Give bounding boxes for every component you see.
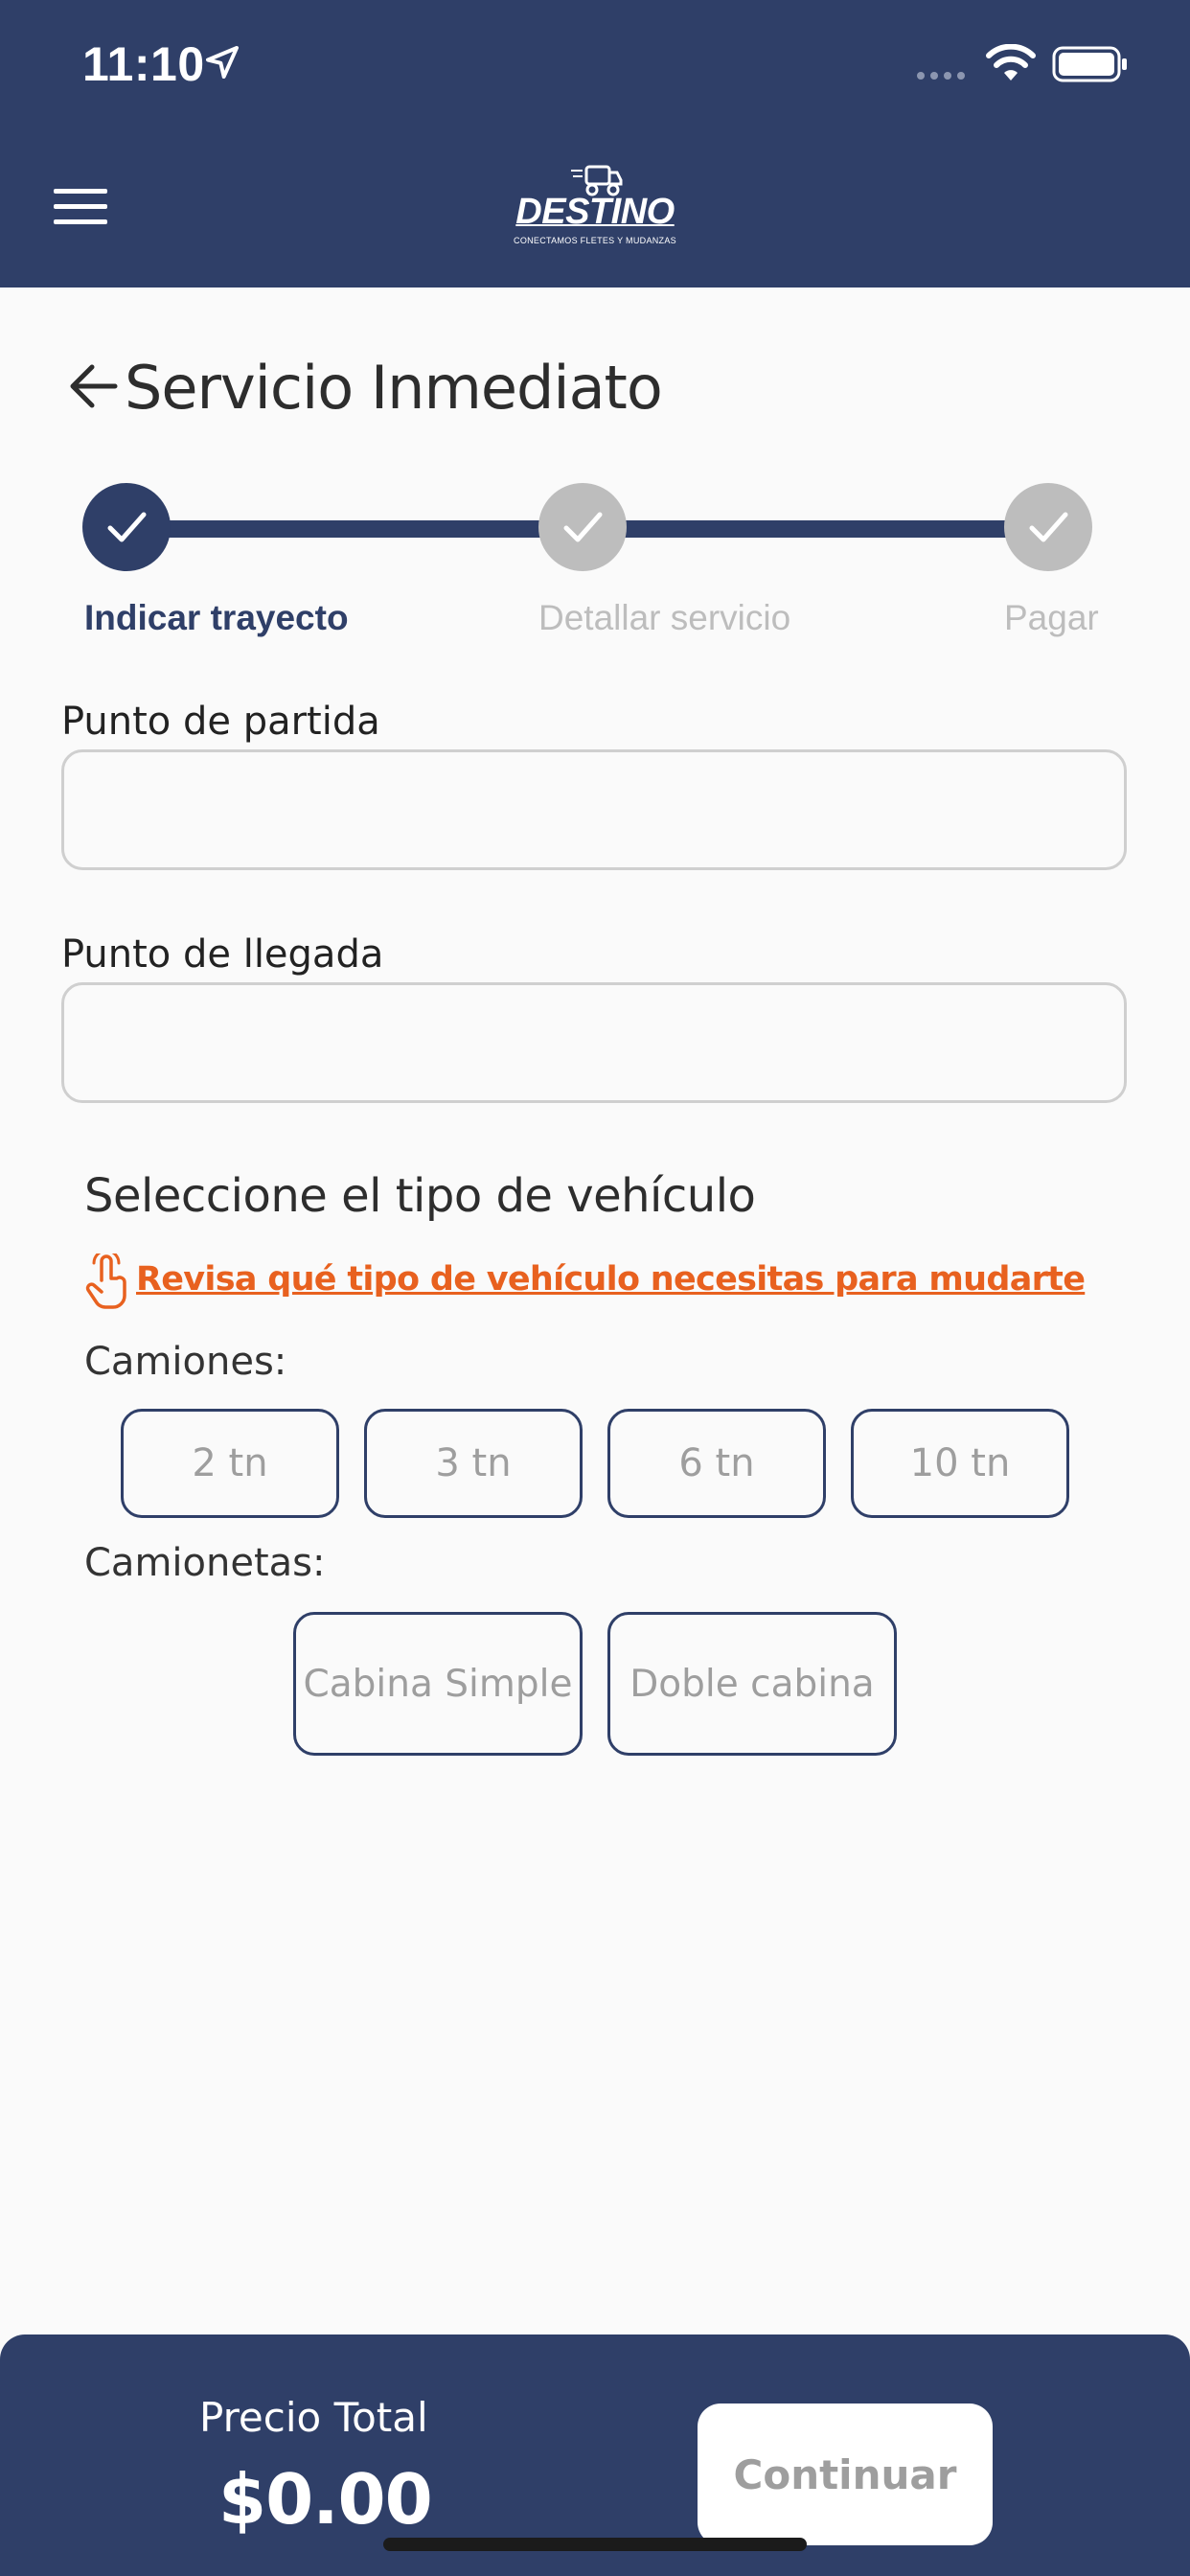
origin-label: Punto de partida	[61, 700, 380, 744]
truck-3tn-button[interactable]: 3 tn	[364, 1409, 583, 1518]
destination-label: Punto de llegada	[61, 932, 384, 977]
check-icon	[563, 512, 603, 542]
page-title: Servicio Inmediato	[125, 353, 663, 423]
vehicle-section-title: Seleccione el tipo de vehículo	[84, 1169, 756, 1223]
destino-logo: DESTINO CONECTAMOS FLETES Y MUDANZAS	[514, 163, 676, 251]
stepper-line-2	[623, 520, 1016, 538]
logo-wordmark: DESTINO	[515, 192, 675, 232]
screen: 11:10 DESTINO CONECTAMOS FLETES Y MUDANZ…	[0, 0, 1190, 2576]
app-header: 11:10 DESTINO CONECTAMOS FLETES Y MUDANZ…	[0, 0, 1190, 288]
step-1-circle[interactable]	[82, 483, 171, 571]
hamburger-menu-icon[interactable]	[54, 187, 107, 225]
check-icon	[1029, 512, 1068, 542]
cellular-signal-icon	[917, 72, 965, 80]
price-total-label: Precio Total	[199, 2394, 428, 2441]
step-2-label: Detallar servicio	[538, 598, 791, 637]
pickup-single-cab-button[interactable]: Cabina Simple	[293, 1612, 583, 1756]
back-arrow-icon[interactable]	[67, 360, 119, 412]
step-1-label: Indicar trayecto	[84, 598, 349, 637]
truck-6tn-button[interactable]: 6 tn	[607, 1409, 826, 1518]
pickup-double-cab-button[interactable]: Doble cabina	[607, 1612, 897, 1756]
vehicle-help-link[interactable]: Revisa qué tipo de vehículo necesitas pa…	[136, 1260, 1086, 1299]
stepper-line-1	[125, 520, 584, 538]
price-total-value: $0.00	[218, 2459, 433, 2540]
truck-10tn-button[interactable]: 10 tn	[851, 1409, 1069, 1518]
trucks-label: Camiones:	[84, 1340, 287, 1384]
pickups-label: Camionetas:	[84, 1541, 326, 1585]
step-2-circle[interactable]	[538, 483, 627, 571]
status-time: 11:10	[82, 37, 205, 91]
location-arrow-icon	[206, 46, 239, 79]
home-indicator[interactable]	[383, 2538, 807, 2551]
wifi-icon	[986, 44, 1036, 80]
step-3-circle[interactable]	[1004, 483, 1092, 571]
continue-button[interactable]: Continuar	[698, 2404, 993, 2545]
battery-icon	[1052, 46, 1127, 82]
origin-input[interactable]	[61, 749, 1127, 870]
truck-2tn-button[interactable]: 2 tn	[121, 1409, 339, 1518]
check-icon	[107, 512, 147, 542]
destination-input[interactable]	[61, 982, 1127, 1103]
step-3-label: Pagar	[1004, 598, 1099, 637]
logo-tagline: CONECTAMOS FLETES Y MUDANZAS	[514, 236, 676, 245]
pointing-hand-icon	[85, 1254, 126, 1309]
